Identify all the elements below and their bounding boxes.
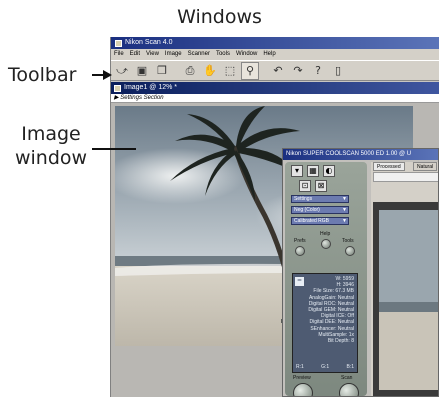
help-label: Help <box>320 231 331 237</box>
menu-view[interactable]: View <box>146 49 159 60</box>
app-title-bar[interactable]: Nikon Scan 4.0 <box>111 37 439 49</box>
histogram-icon: ≃ <box>295 277 304 286</box>
undo-icon[interactable]: ↶ <box>269 61 287 80</box>
crop-icon[interactable]: ⬚ <box>221 61 239 80</box>
app-title: Nikon Scan 4.0 <box>125 39 173 46</box>
channel-b: B:1 <box>346 363 354 370</box>
tools-button[interactable] <box>345 246 355 256</box>
zoom-icon[interactable]: ⚲ <box>241 61 259 80</box>
toolbar-caption: Toolbar <box>8 64 77 86</box>
tab-processed[interactable]: Processed <box>373 162 405 171</box>
color-space-dropdown[interactable]: Calibrated RGB <box>291 217 349 225</box>
film-type-dropdown[interactable]: Neg (Color) <box>291 206 349 214</box>
scanner-dialog: Nikon SUPER COOLSCAN 5000 ED 1.00 @ U ▾ … <box>282 148 439 397</box>
scan-button[interactable] <box>339 383 359 396</box>
open-icon[interactable]: ⤻ <box>113 61 131 80</box>
image-window-caption-line1: Image <box>21 123 81 145</box>
contrast-icon[interactable]: ◐ <box>323 165 335 177</box>
redo-icon[interactable]: ↷ <box>289 61 307 80</box>
hand-icon[interactable]: ✋ <box>201 61 219 80</box>
prefs-label: Prefs <box>294 238 306 244</box>
scanner-icon[interactable]: ▯ <box>329 61 347 80</box>
settings-section[interactable]: ▶ Settings Section <box>111 94 439 103</box>
tab-natural[interactable]: Natural <box>413 162 438 171</box>
scanner-dialog-title-bar[interactable]: Nikon SUPER COOLSCAN 5000 ED 1.00 @ U <box>283 149 438 160</box>
menu-bar: File Edit View Image Scanner Tools Windo… <box>111 49 439 60</box>
copy-icon[interactable]: ❐ <box>153 61 171 80</box>
toolbar-separator <box>173 62 179 80</box>
tool-panel: ▾ ▦ ◐ ⊡ ⊠ Settings Neg (Color) Calibrate… <box>285 162 367 396</box>
help-button[interactable] <box>321 239 331 249</box>
tools-label: Tools <box>342 238 354 244</box>
image-window-pointer-line <box>92 148 136 150</box>
menu-help[interactable]: Help <box>263 49 275 60</box>
image-window-icon <box>114 84 121 92</box>
menu-file[interactable]: File <box>114 49 124 60</box>
channel-r: R:1 <box>296 363 304 370</box>
menu-window[interactable]: Window <box>236 49 257 60</box>
toolbar-separator <box>261 62 267 80</box>
preview-image[interactable] <box>373 202 438 396</box>
windows-caption: Windows <box>177 6 262 28</box>
toolbar: ⤻ ▣ ❐ ⎙ ✋ ⬚ ⚲ ↶ ↷ ? ▯ <box>111 60 439 81</box>
preview-label: Preview <box>293 375 311 381</box>
scanner-dialog-title: Nikon SUPER COOLSCAN 5000 ED 1.00 @ U <box>286 151 412 157</box>
layout-icon[interactable]: ▾ <box>291 165 303 177</box>
preview-ruler <box>373 172 438 182</box>
tool-small-right-icon[interactable]: ⊠ <box>315 180 327 192</box>
channel-g: G:1 <box>321 363 330 370</box>
tool-small-left-icon[interactable]: ⊡ <box>299 180 311 192</box>
menu-edit[interactable]: Edit <box>130 49 140 60</box>
settings-dropdown[interactable]: Settings <box>291 195 349 203</box>
channel-readout: R:1 G:1 B:1 <box>296 364 354 370</box>
print-icon[interactable]: ⎙ <box>181 61 199 80</box>
menu-image[interactable]: Image <box>165 49 182 60</box>
crop-grid-icon[interactable]: ▦ <box>307 165 319 177</box>
prefs-button[interactable] <box>295 246 305 256</box>
scan-label: Scan <box>341 375 353 381</box>
preview-thumbnail <box>373 202 438 396</box>
menu-tools[interactable]: Tools <box>216 49 230 60</box>
settings-section-label: Settings Section <box>120 95 164 101</box>
menu-scanner[interactable]: Scanner <box>188 49 210 60</box>
image-window-title-bar[interactable]: Image1 @ 12% * <box>111 82 439 94</box>
toolbar-pointer-arrow <box>103 70 112 80</box>
help-icon[interactable]: ? <box>309 61 327 80</box>
app-icon <box>115 39 122 47</box>
preview-button[interactable] <box>293 383 313 396</box>
preview-area: Processed Natural <box>371 162 438 396</box>
image-window-caption: Image window <box>0 122 102 170</box>
save-icon[interactable]: ▣ <box>133 61 151 80</box>
image-window-title: Image1 @ 12% * <box>124 84 178 91</box>
image-window-caption-line2: window <box>14 147 88 169</box>
scan-info-display: ≃ W: 5959 H: 3946 File Size: 67.3 MB Ana… <box>292 273 358 373</box>
info-bit-depth: Bit Depth: 8 <box>327 338 354 345</box>
